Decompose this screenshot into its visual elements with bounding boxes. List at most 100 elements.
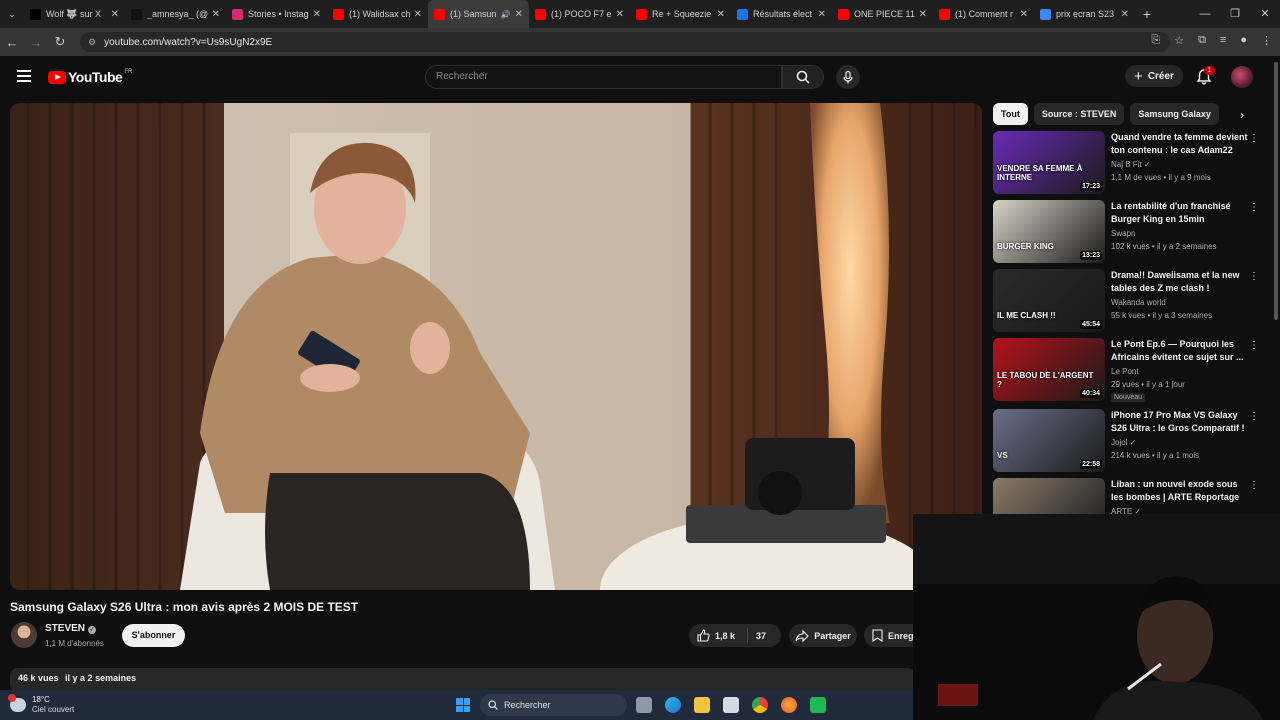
- close-tab-icon[interactable]: ✕: [515, 9, 523, 20]
- browser-tab[interactable]: Re + Squeezie ✕: [630, 0, 731, 28]
- microsoft-store-icon[interactable]: [723, 697, 739, 713]
- channel-avatar[interactable]: [11, 622, 37, 648]
- close-tab-icon[interactable]: ✕: [818, 9, 826, 20]
- browser-tab[interactable]: Stories • Instag ✕: [226, 0, 327, 28]
- search-button[interactable]: [782, 65, 824, 89]
- filter-chip[interactable]: Samsung Galaxy: [1130, 103, 1219, 125]
- recommended-video-title[interactable]: La rentabilité d'un franchisé Burger Kin…: [1111, 200, 1249, 226]
- more-actions-icon[interactable]: ⋮: [1249, 271, 1259, 282]
- filter-chip[interactable]: Source : STEVEN: [1033, 103, 1125, 125]
- taskbar-search[interactable]: Rechercher: [480, 694, 627, 716]
- browser-menu-icon[interactable]: ⋮: [1261, 34, 1272, 47]
- firefox-icon[interactable]: [781, 697, 797, 713]
- extensions-icon[interactable]: ⧉: [1198, 34, 1206, 47]
- browser-tab[interactable]: (1) Samsun 🔊 ✕: [428, 0, 529, 28]
- close-window-icon[interactable]: ✕: [1250, 0, 1280, 28]
- browser-tab[interactable]: (1) Walidsax ch ✕: [327, 0, 428, 28]
- share-button[interactable]: Partager: [789, 624, 857, 647]
- chrome-icon[interactable]: [752, 697, 768, 713]
- description-box[interactable]: 46 k vues il y a 2 semaines: [10, 668, 916, 692]
- recommended-video[interactable]: VENDRE SA FEMME À INTERNE 17:23 Quand vend…: [993, 131, 1263, 195]
- more-actions-icon[interactable]: ⋮: [1249, 340, 1259, 351]
- profile-icon[interactable]: ●: [1240, 34, 1247, 47]
- reload-icon[interactable]: ↻: [48, 34, 72, 50]
- video-thumbnail[interactable]: LE TABOU DE L'ARGENT ? 40:34: [993, 338, 1105, 401]
- browser-tab[interactable]: Résultats élect ✕: [731, 0, 832, 28]
- more-actions-icon[interactable]: ⋮: [1249, 202, 1259, 213]
- browser-tab[interactable]: Wolf 🐺 sur X ✕: [24, 0, 125, 28]
- url-field[interactable]: ⚙ youtube.com/watch?v=Us9sUgN2x9E: [80, 32, 1170, 52]
- video-player[interactable]: [10, 103, 982, 590]
- more-actions-icon[interactable]: ⋮: [1249, 133, 1259, 144]
- maximize-icon[interactable]: ❐: [1220, 0, 1250, 28]
- search-input[interactable]: Rechercher: [425, 65, 782, 89]
- xbox-app-icon[interactable]: [810, 697, 826, 713]
- logo-text: YouTube: [68, 69, 123, 85]
- close-tab-icon[interactable]: ✕: [313, 9, 321, 20]
- recommended-channel-name[interactable]: Swapn: [1111, 229, 1135, 238]
- more-actions-icon[interactable]: ⋮: [1249, 411, 1259, 422]
- recommended-video-title[interactable]: Quand vendre ta femme devient ton conten…: [1111, 131, 1249, 157]
- tab-media-icon[interactable]: ≡: [1220, 34, 1226, 47]
- recommended-channel-name[interactable]: Jojol ✓: [1111, 438, 1136, 447]
- recommended-channel-name[interactable]: Wakanda world: [1111, 298, 1166, 307]
- browser-tab[interactable]: _amnesya_ (@ ✕: [125, 0, 226, 28]
- browser-tab[interactable]: ONE PIECE 118 ✕: [832, 0, 933, 28]
- close-tab-icon[interactable]: ✕: [212, 9, 220, 20]
- chevron-right-icon[interactable]: ›: [1240, 108, 1244, 122]
- recommended-video[interactable]: LE TABOU DE L'ARGENT ? 40:34 Le Pont Ep.6 …: [993, 338, 1263, 402]
- edge-icon[interactable]: [665, 697, 681, 713]
- back-icon[interactable]: ←: [0, 35, 24, 50]
- browser-tab[interactable]: prix ecran S23 ✕: [1034, 0, 1135, 28]
- minimize-icon[interactable]: —: [1190, 0, 1220, 28]
- close-tab-icon[interactable]: ✕: [717, 9, 725, 20]
- recommended-video-title[interactable]: Liban : un nouvel exode sous les bombes …: [1111, 478, 1249, 504]
- video-duration: 17:23: [1080, 182, 1102, 191]
- filter-chip[interactable]: Tout: [993, 103, 1028, 125]
- recommended-channel-name[interactable]: Naj B Fit ✓: [1111, 160, 1151, 169]
- bookmark-star-icon[interactable]: ☆: [1174, 34, 1184, 47]
- video-thumbnail[interactable]: BURGER KING 13:23: [993, 200, 1105, 263]
- create-button[interactable]: + Créer: [1125, 65, 1183, 87]
- recommended-video[interactable]: BURGER KING 13:23 La rentabilité d'un fran…: [993, 200, 1263, 264]
- recommended-channel-name[interactable]: Le Pont: [1111, 367, 1139, 376]
- tab-audio-icon[interactable]: 🔊: [501, 10, 511, 19]
- tab-search-dropdown[interactable]: ⌄: [0, 0, 24, 28]
- recommended-video[interactable]: IL ME CLASH !! 45:54 Drama!! Daweiisama et…: [993, 269, 1263, 333]
- install-app-icon[interactable]: ⎘: [1151, 34, 1160, 47]
- close-tab-icon[interactable]: ✕: [1020, 9, 1028, 20]
- verified-badge-icon: ✓: [88, 626, 96, 634]
- browser-tab[interactable]: (1) Comment r ✕: [933, 0, 1034, 28]
- subscriber-count: 1,1 M d'abonnés: [45, 639, 104, 648]
- new-tab-button[interactable]: +: [1135, 6, 1159, 22]
- more-actions-icon[interactable]: ⋮: [1249, 480, 1259, 491]
- hamburger-menu-icon[interactable]: [17, 70, 31, 82]
- close-tab-icon[interactable]: ✕: [919, 9, 927, 20]
- channel-name[interactable]: STEVEN: [45, 623, 85, 634]
- page-scrollbar[interactable]: [1274, 62, 1278, 320]
- dislike-button[interactable]: 37: [748, 631, 766, 641]
- site-info-icon[interactable]: ⚙: [88, 37, 96, 48]
- video-thumbnail[interactable]: VENDRE SA FEMME À INTERNE 17:23: [993, 131, 1105, 194]
- close-tab-icon[interactable]: ✕: [414, 9, 422, 20]
- close-tab-icon[interactable]: ✕: [616, 9, 624, 20]
- youtube-logo[interactable]: YouTube FR: [48, 69, 132, 85]
- windows-start-icon[interactable]: [456, 698, 470, 712]
- weather-widget[interactable]: 18°C Ciel couvert: [8, 694, 74, 715]
- video-thumbnail[interactable]: IL ME CLASH !! 45:54: [993, 269, 1105, 332]
- forward-icon[interactable]: →: [24, 35, 48, 50]
- recommended-video-title[interactable]: Le Pont Ep.6 — Pourquoi les Africains év…: [1111, 338, 1249, 364]
- video-thumbnail[interactable]: VS 22:58: [993, 409, 1105, 472]
- like-button[interactable]: 1,8 k: [689, 628, 748, 643]
- recommended-video[interactable]: VS 22:58 iPhone 17 Pro Max VS Galaxy S26 U…: [993, 409, 1263, 473]
- browser-tab[interactable]: (1) POCO F7 er ✕: [529, 0, 630, 28]
- account-avatar[interactable]: [1231, 66, 1253, 88]
- close-tab-icon[interactable]: ✕: [1121, 9, 1129, 20]
- file-explorer-icon[interactable]: [694, 697, 710, 713]
- voice-search-button[interactable]: [836, 65, 860, 89]
- recommended-video-title[interactable]: Drama!! Daweiisama et la new tables des …: [1111, 269, 1249, 295]
- close-tab-icon[interactable]: ✕: [111, 9, 119, 20]
- task-view-icon[interactable]: [636, 697, 652, 713]
- subscribe-button[interactable]: S'abonner: [122, 624, 185, 647]
- recommended-video-title[interactable]: iPhone 17 Pro Max VS Galaxy S26 Ultra : …: [1111, 409, 1249, 435]
